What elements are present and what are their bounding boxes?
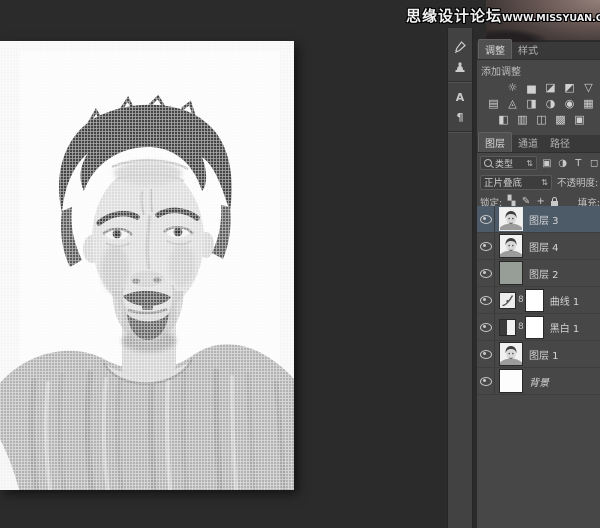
paragraph-panel-icon[interactable]: ¶ — [449, 107, 471, 127]
dock-separator — [448, 81, 472, 83]
tab-styles[interactable]: 样式 — [512, 40, 544, 59]
layer-name[interactable]: 图层 1 — [529, 347, 559, 362]
visibility-toggle[interactable] — [477, 233, 495, 259]
layer-kind-dropdown[interactable]: 类型 ⇅ — [480, 156, 537, 170]
opacity-label: 不透明度: — [557, 175, 598, 189]
layer-name[interactable]: 图层 3 — [529, 212, 559, 227]
layer-mask-thumbnail[interactable] — [525, 289, 544, 312]
invert-icon[interactable]: ◧ — [497, 113, 510, 126]
tab-paths[interactable]: 路径 — [544, 133, 576, 152]
black-white-adjustment-icon[interactable] — [499, 319, 516, 336]
hue-saturation-icon[interactable]: ▤ — [487, 97, 500, 110]
adjustment-icon-row-1: ☼ ▅ ◪ ◩ ▽ — [477, 81, 600, 94]
adjustment-icon-row-2: ▤ ◬ ◨ ◑ ◉ ▦ — [477, 97, 600, 110]
tab-adjustments[interactable]: 调整 — [478, 39, 512, 59]
layer-thumbnail[interactable] — [499, 207, 523, 231]
panel-dock-strip: A ¶ — [447, 28, 473, 528]
color-balance-icon[interactable]: ◬ — [506, 97, 519, 110]
eye-icon — [480, 269, 492, 278]
layer-row-curves1[interactable]: 8 曲线 1 — [477, 287, 600, 314]
layers-panel-tabs: 图层 通道 路径 — [477, 135, 600, 153]
layer-row-background[interactable]: 背景 — [477, 368, 600, 395]
visibility-toggle[interactable] — [477, 341, 495, 367]
eye-icon — [480, 323, 492, 332]
layer-name[interactable]: 背景 — [529, 374, 549, 389]
tab-layers[interactable]: 图层 — [478, 132, 512, 152]
layer-row-layer1[interactable]: 图层 1 — [477, 341, 600, 368]
filter-type-layers-icon[interactable]: T — [572, 158, 584, 169]
search-icon — [484, 159, 492, 167]
brush-presets-icon[interactable] — [449, 37, 471, 57]
posterize-icon[interactable]: ▥ — [516, 113, 529, 126]
filter-pixel-layers-icon[interactable]: ▣ — [541, 158, 553, 169]
dock-separator — [448, 131, 472, 133]
photo-filter-icon[interactable]: ◑ — [544, 97, 557, 110]
blend-mode-dropdown[interactable]: 正片叠底 ⇅ — [480, 175, 552, 190]
layer-name[interactable]: 黑白 1 — [550, 320, 580, 335]
blend-mode-value: 正片叠底 — [484, 175, 541, 189]
mask-link-icon[interactable]: 8 — [518, 322, 524, 332]
exposure-icon[interactable]: ◩ — [563, 81, 576, 94]
eye-icon — [480, 350, 492, 359]
tab-channels[interactable]: 通道 — [512, 133, 544, 152]
blend-mode-row: 正片叠底 ⇅ 不透明度: — [480, 173, 600, 191]
gradient-map-icon[interactable]: ▩ — [554, 113, 567, 126]
layer-row-blackwhite1[interactable]: 8 黑白 1 — [477, 314, 600, 341]
watermark-site-name: 思缘设计论坛 — [406, 5, 502, 26]
eye-icon — [480, 296, 492, 305]
threshold-icon[interactable]: ◫ — [535, 113, 548, 126]
watermark-site-url: WWW.MISSYUAN.COM — [502, 13, 600, 24]
document-canvas[interactable] — [0, 41, 294, 490]
clone-source-icon[interactable] — [449, 57, 471, 77]
eye-icon — [480, 215, 492, 224]
vibrance-icon[interactable]: ▽ — [582, 81, 595, 94]
visibility-toggle[interactable] — [477, 260, 495, 286]
eye-icon — [480, 377, 492, 386]
brightness-contrast-icon[interactable]: ☼ — [506, 81, 519, 94]
layer-name[interactable]: 图层 4 — [529, 239, 559, 254]
layer-row-layer2[interactable]: 图层 2 — [477, 260, 600, 287]
adjustments-panel: 调整 样式 添加调整 ☼ ▅ ◪ ◩ ▽ ▤ ◬ ◨ ◑ ◉ ▦ ◧ ▥ ◫ ▩… — [477, 42, 600, 135]
photoshop-window: 思缘设计论坛 WWW.MISSYUAN.COM A ¶ 调整 样式 添加调整 ☼… — [0, 0, 600, 528]
halftone-portrait-image — [0, 41, 294, 490]
character-panel-icon[interactable]: A — [449, 87, 471, 107]
layer-filter-row: 类型 ⇅ ▣ ◑ T ◻ — [480, 155, 600, 171]
layer-mask-thumbnail[interactable] — [525, 316, 544, 339]
dropdown-arrows-icon: ⇅ — [526, 159, 533, 168]
layer-thumbnail[interactable] — [499, 234, 523, 258]
lock-all-icon[interactable] — [551, 201, 558, 206]
add-adjustment-label: 添加调整 — [477, 60, 600, 81]
curves-adjustment-icon[interactable] — [499, 292, 516, 309]
visibility-toggle[interactable] — [477, 206, 495, 232]
curves-icon[interactable]: ◪ — [544, 81, 557, 94]
visibility-toggle[interactable] — [477, 287, 495, 313]
levels-icon[interactable]: ▅ — [525, 81, 538, 94]
filter-shape-layers-icon[interactable]: ◻ — [588, 158, 600, 169]
layer-thumbnail[interactable] — [499, 261, 523, 285]
layers-panel: 图层 通道 路径 类型 ⇅ ▣ ◑ T ◻ 正片叠底 ⇅ 不透明度: 锁定: ▚ — [477, 135, 600, 528]
layer-name[interactable]: 曲线 1 — [550, 293, 580, 308]
visibility-toggle[interactable] — [477, 368, 495, 394]
filter-adjustment-layers-icon[interactable]: ◑ — [557, 158, 569, 169]
black-white-icon[interactable]: ◨ — [525, 97, 538, 110]
selective-color-icon[interactable]: ▣ — [573, 113, 586, 126]
layer-thumbnail[interactable] — [499, 369, 523, 393]
layer-name[interactable]: 图层 2 — [529, 266, 559, 281]
color-lookup-icon[interactable]: ▦ — [582, 97, 595, 110]
mask-link-icon[interactable]: 8 — [518, 295, 524, 305]
layer-thumbnail[interactable] — [499, 342, 523, 366]
layer-list: 图层 3 图层 4 图层 2 8 曲线 1 — [477, 206, 600, 395]
adjustments-panel-tabs: 调整 样式 — [477, 42, 600, 60]
layer-row-layer4[interactable]: 图层 4 — [477, 233, 600, 260]
channel-mixer-icon[interactable]: ◉ — [563, 97, 576, 110]
kind-dropdown-value: 类型 — [495, 157, 523, 170]
layer-row-layer3[interactable]: 图层 3 — [477, 206, 600, 233]
eye-icon — [480, 242, 492, 251]
dropdown-arrows-icon: ⇅ — [541, 178, 548, 187]
visibility-toggle[interactable] — [477, 314, 495, 340]
adjustment-icon-row-3: ◧ ▥ ◫ ▩ ▣ — [477, 113, 600, 126]
